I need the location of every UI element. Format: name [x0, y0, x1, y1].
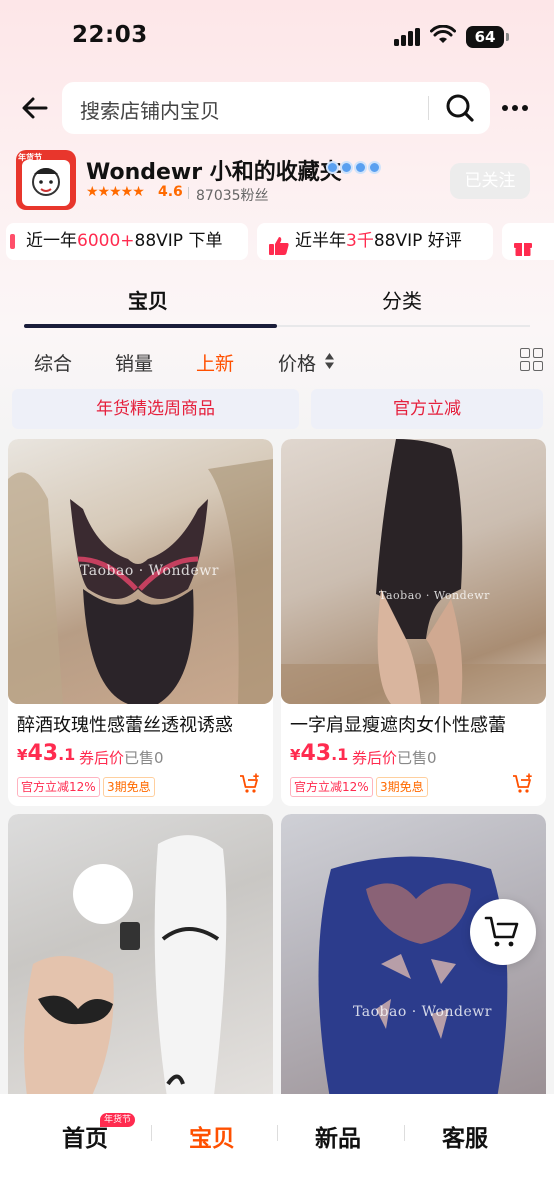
perk-orders[interactable]: 近一年6000+88VIP 下单	[6, 223, 248, 260]
watermark: Taobao · Wondewr	[379, 589, 490, 602]
watermark: Taobao · Wondewr	[80, 563, 219, 579]
perk-more[interactable]	[502, 223, 554, 260]
product-price: ¥43.1	[17, 741, 75, 766]
more-icon[interactable]	[500, 96, 532, 120]
nav-divider	[151, 1125, 152, 1141]
sort-new[interactable]: 上新	[196, 349, 234, 376]
nav-divider	[404, 1125, 405, 1141]
floating-cart-button[interactable]	[470, 899, 536, 965]
price-integer: 43	[300, 741, 332, 766]
status-time: 22:03	[72, 22, 148, 48]
perk-highlight: 3千	[346, 231, 374, 251]
after-coupon-label: 券后价	[352, 749, 398, 767]
promo-new-year-picks[interactable]: 年货精选周商品	[12, 389, 299, 429]
price-decimal: .1	[331, 745, 349, 764]
nav-new[interactable]: 新品	[315, 1119, 361, 1153]
fans-count: 87035粉丝	[196, 188, 269, 204]
installment-badge: 3期免息	[376, 777, 428, 797]
follow-button[interactable]: 已关注	[450, 163, 530, 199]
shop-logo[interactable]: 年货节	[16, 150, 76, 210]
product-price: ¥43.1	[290, 741, 348, 766]
product-image[interactable]	[8, 814, 273, 1104]
tab-indicator	[24, 324, 277, 328]
thumbs-up-icon	[269, 232, 289, 260]
rating-stars: ★★★★★	[86, 184, 145, 200]
add-to-cart-icon[interactable]	[239, 773, 261, 799]
sort-default[interactable]: 综合	[34, 349, 72, 376]
product-image[interactable]: Taobao · Wondewr	[281, 439, 546, 704]
add-to-cart-icon[interactable]	[512, 773, 534, 799]
search-divider	[428, 96, 429, 120]
perk-text: 88VIP 好评	[373, 231, 462, 251]
sold-count: 已售0	[397, 749, 437, 767]
shop-name[interactable]: Wondewr 小和的收藏夹	[86, 154, 342, 186]
product-image[interactable]: Taobao · Wondewr	[8, 439, 273, 704]
perk-text: 近半年	[295, 231, 346, 251]
sort-sales[interactable]: 销量	[115, 349, 153, 376]
sort-arrows-icon[interactable]	[324, 352, 335, 374]
nav-customer-service[interactable]: 客服	[442, 1119, 488, 1153]
wifi-icon	[430, 24, 456, 49]
nav-home-badge: 年货节	[100, 1113, 136, 1127]
installment-badge: 3期免息	[103, 777, 155, 797]
after-coupon-label: 券后价	[79, 749, 125, 767]
discount-badge: 官方立减12%	[290, 777, 373, 797]
sort-price[interactable]: 价格	[278, 349, 316, 376]
price-currency: ¥	[290, 746, 301, 764]
search-placeholder: 搜索店铺内宝贝	[80, 99, 220, 123]
watermark: Taobao · Wondewr	[353, 1004, 492, 1020]
battery-indicator: 64	[466, 26, 509, 48]
cart-icon	[484, 915, 522, 953]
nav-goods[interactable]: 宝贝	[189, 1119, 235, 1153]
price-decimal: .1	[58, 745, 76, 764]
price-integer: 43	[27, 741, 59, 766]
perk-reviews[interactable]: 近半年3千88VIP 好评	[257, 223, 493, 260]
bottom-navigation: 首页 年货节 宝贝 新品 客服	[0, 1094, 554, 1200]
discount-badge: 官方立减12%	[17, 777, 100, 797]
perk-text: 88VIP 下单	[134, 231, 223, 251]
perk-text: 近一年	[26, 231, 77, 251]
rating-divider	[188, 187, 189, 199]
search-input[interactable]: 搜索店铺内宝贝	[62, 82, 490, 134]
search-icon[interactable]	[444, 92, 476, 128]
signal-icon	[394, 28, 422, 46]
tab-goods[interactable]: 宝贝	[128, 285, 168, 314]
promo-official-discount[interactable]: 官方立减	[311, 389, 543, 429]
vip-level-icon	[326, 159, 382, 177]
shop-rating: 4.6	[158, 184, 183, 200]
price-currency: ¥	[17, 746, 28, 764]
gift-icon	[514, 233, 532, 260]
product-card[interactable]: Taobao · Wondewr 醉酒玫瑰性感蕾丝透视诱惑 ¥43.1 券后价 …	[8, 439, 273, 806]
product-card[interactable]	[8, 814, 273, 1104]
tab-category[interactable]: 分类	[382, 285, 422, 314]
nav-divider	[277, 1125, 278, 1141]
back-arrow-icon[interactable]	[18, 90, 54, 126]
product-title[interactable]: 一字肩显瘦遮肉女仆性感蕾	[290, 711, 506, 737]
grid-view-icon[interactable]	[520, 348, 544, 372]
sold-count: 已售0	[124, 749, 164, 767]
status-bar: 22:03 64	[0, 0, 554, 74]
product-card[interactable]: Taobao · Wondewr 一字肩显瘦遮肉女仆性感蕾 ¥43.1 券后价 …	[281, 439, 546, 806]
perk-highlight: 6000+	[77, 231, 135, 251]
product-title[interactable]: 醉酒玫瑰性感蕾丝透视诱惑	[17, 711, 233, 737]
logo-image	[22, 160, 70, 206]
